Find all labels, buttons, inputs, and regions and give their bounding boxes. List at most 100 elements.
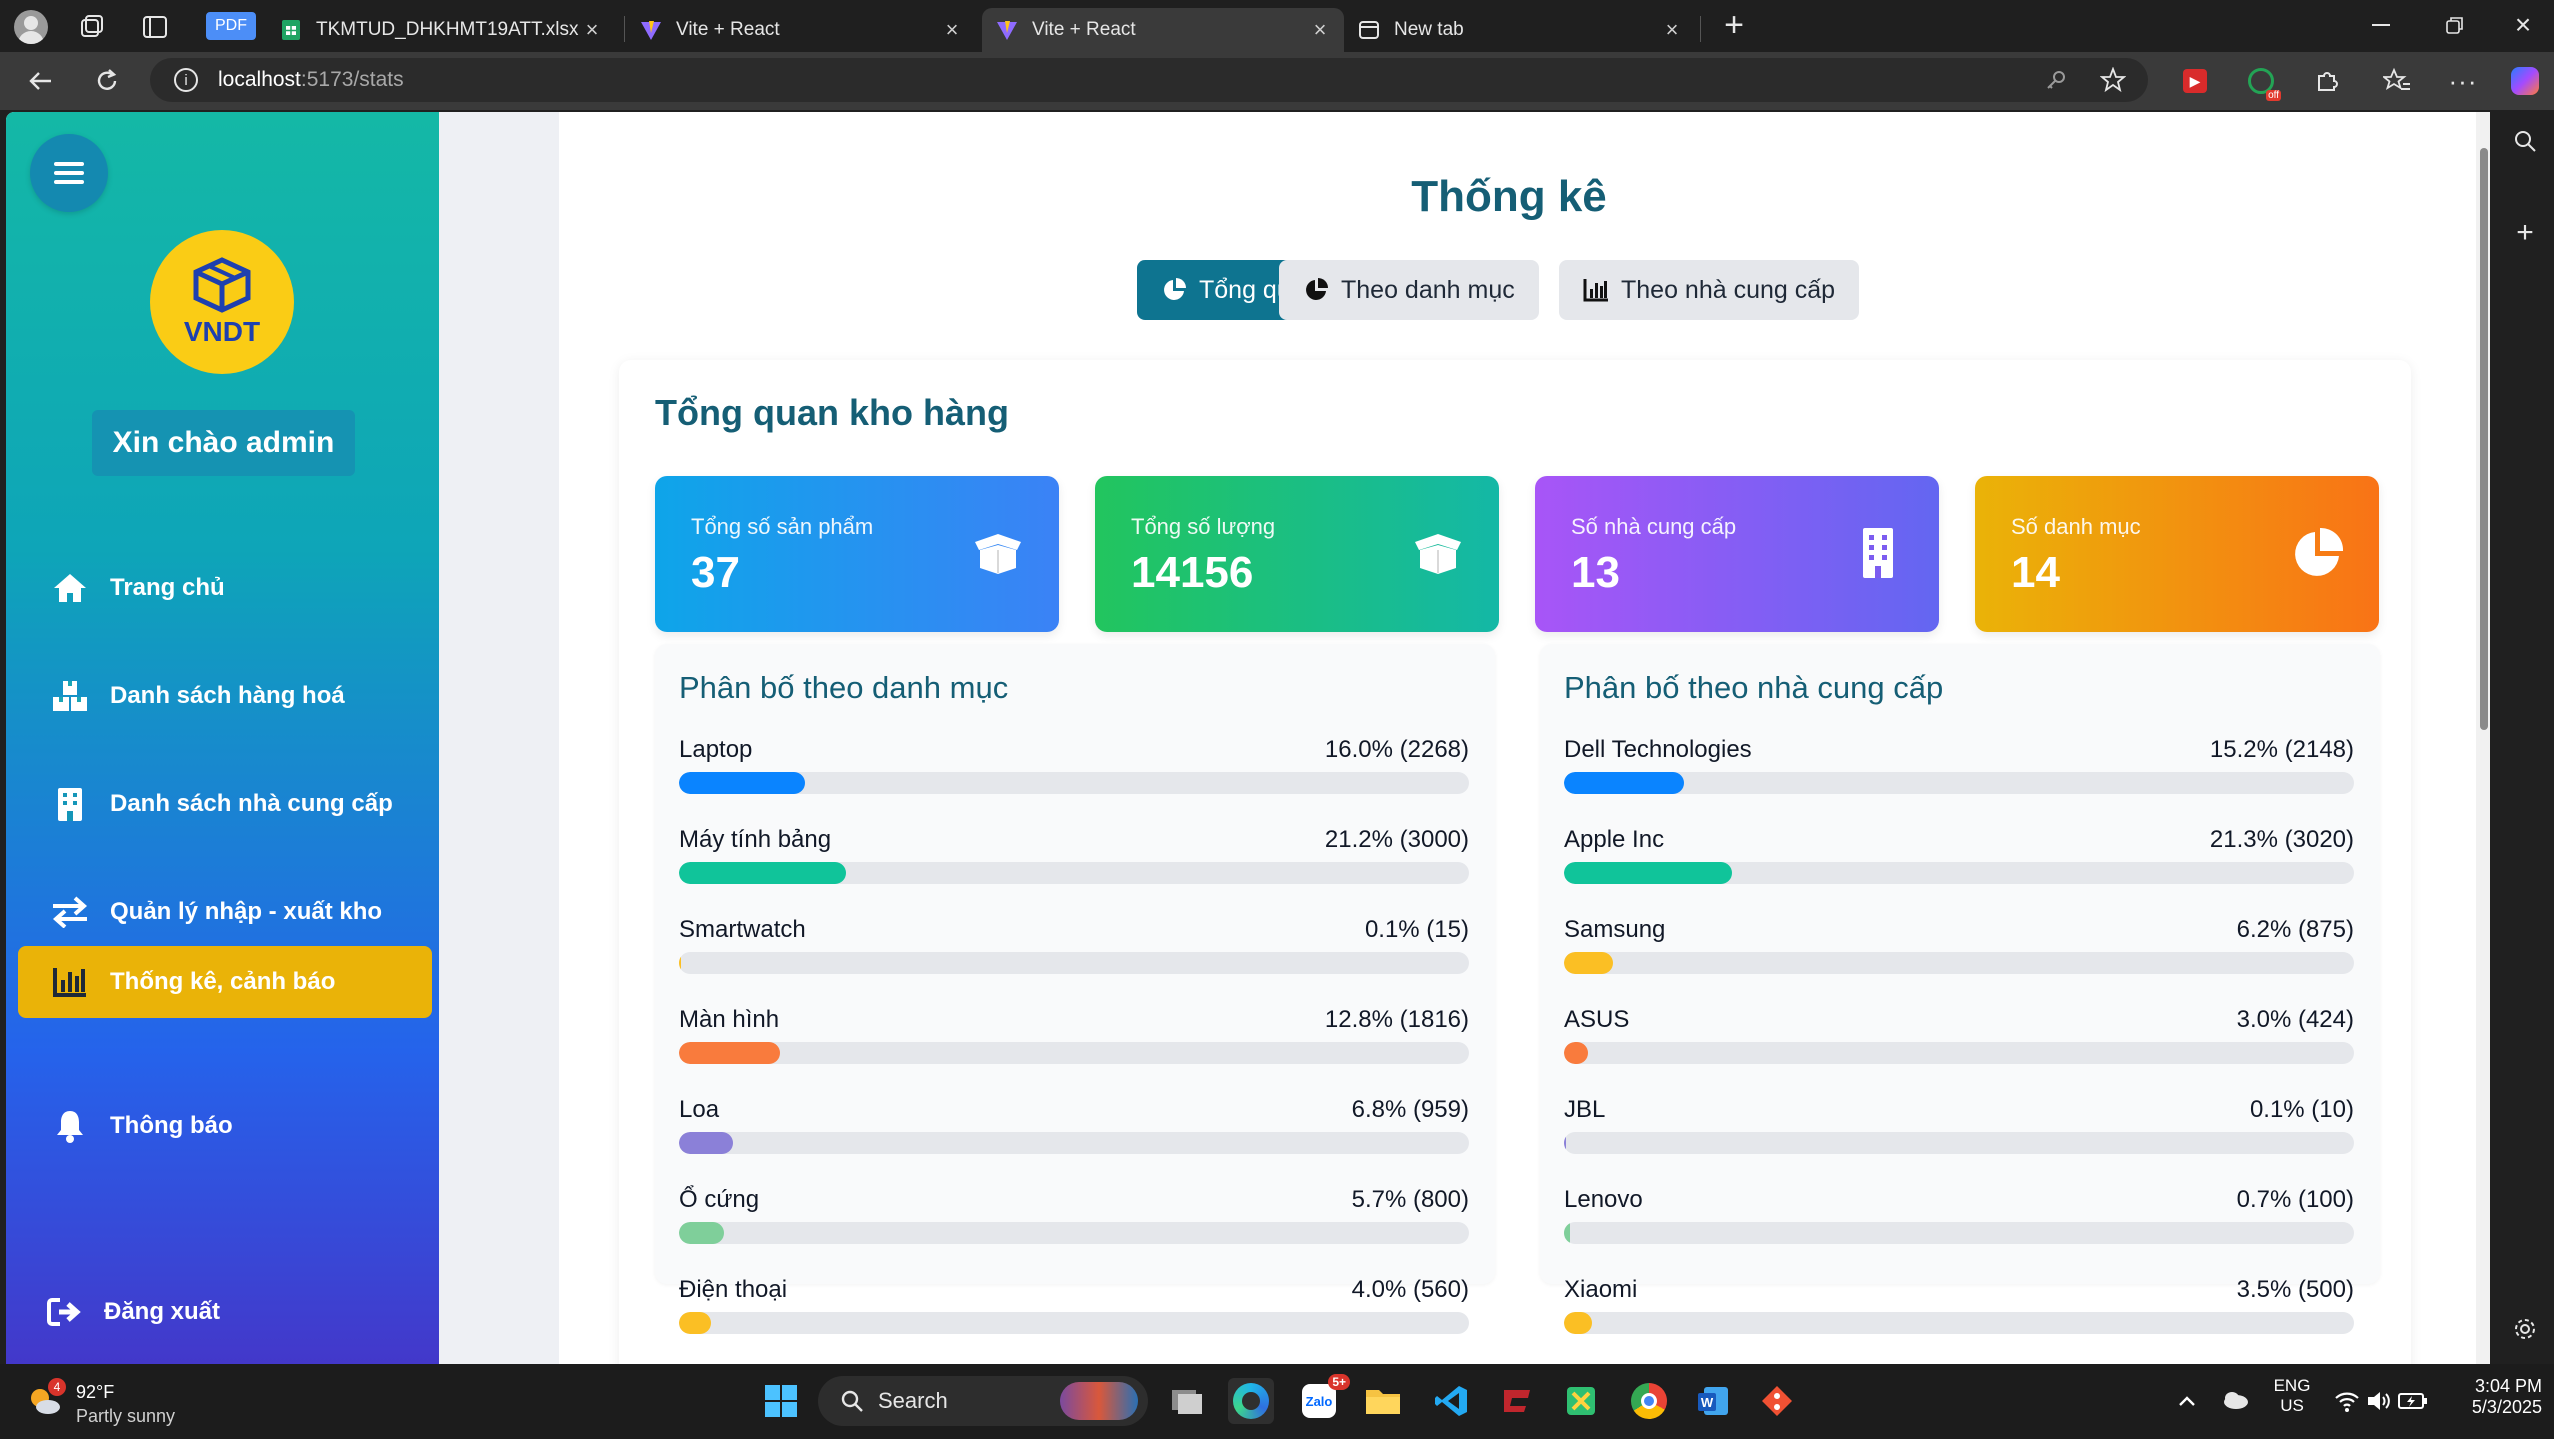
progress-track bbox=[679, 952, 1469, 974]
progress-track bbox=[1564, 862, 2354, 884]
weather-widget[interactable]: 4 92°F Partly sunny bbox=[26, 1376, 196, 1430]
content-gutter bbox=[439, 112, 559, 1364]
tray-chevron-icon[interactable] bbox=[2176, 1390, 2198, 1412]
file-explorer-icon[interactable] bbox=[1360, 1378, 1406, 1424]
zalo-taskbar-icon[interactable]: Zalo 5+ bbox=[1296, 1374, 1350, 1424]
row-value: 15.2% (2148) bbox=[2209, 736, 2354, 763]
distribution-row: Samsung 6.2% (875) bbox=[1564, 916, 2354, 996]
more-menu-icon[interactable]: ··· bbox=[2446, 64, 2480, 98]
tab-by-supplier[interactable]: Theo nhà cung cấp bbox=[1559, 260, 1860, 320]
restore-icon[interactable] bbox=[2446, 16, 2464, 34]
sidebar-item-suppliers[interactable]: Danh sách nhà cung cấp bbox=[18, 768, 432, 840]
add-sidebar-app-icon[interactable]: + bbox=[2512, 218, 2538, 248]
word-icon[interactable]: W bbox=[1690, 1378, 1736, 1424]
category-distribution-card: Phân bố theo danh mục Laptop 16.0% (2268)… bbox=[655, 644, 1495, 1334]
scrollbar-thumb[interactable] bbox=[2480, 148, 2488, 730]
language-indicator[interactable]: ENG US bbox=[2270, 1376, 2314, 1426]
new-tab-button[interactable]: + bbox=[1716, 8, 1752, 44]
page-title: Thống kê bbox=[1411, 172, 1607, 221]
stat-value: 14 bbox=[2011, 548, 2060, 597]
stat-label: Số nhà cung cấp bbox=[1571, 514, 1737, 539]
refresh-icon[interactable] bbox=[90, 64, 124, 98]
progress-track bbox=[679, 862, 1469, 884]
weather-badge: 4 bbox=[48, 1378, 66, 1396]
sidebar-settings-icon[interactable] bbox=[2512, 1316, 2538, 1342]
progress-fill bbox=[679, 1132, 733, 1154]
workspaces-icon[interactable] bbox=[76, 12, 106, 42]
git-app-icon[interactable] bbox=[1754, 1378, 1800, 1424]
row-name: Loa bbox=[679, 1096, 720, 1123]
close-window-icon[interactable]: × bbox=[2510, 11, 2536, 39]
browser-tab-vite-2[interactable]: Vite + React × bbox=[982, 8, 1344, 52]
sidebar-item-inventory[interactable]: Quản lý nhập - xuất kho bbox=[18, 876, 432, 948]
bell-icon bbox=[50, 1106, 90, 1146]
close-tab-icon[interactable]: × bbox=[582, 17, 602, 43]
back-icon[interactable] bbox=[24, 64, 58, 98]
edge-taskbar-icon[interactable] bbox=[1228, 1378, 1274, 1424]
start-button[interactable] bbox=[758, 1378, 804, 1424]
row-name: Xiaomi bbox=[1564, 1276, 1638, 1303]
sidebar-item-notifications[interactable]: Thông báo bbox=[18, 1090, 432, 1162]
logout-button[interactable]: Đăng xuất bbox=[18, 1276, 432, 1348]
task-view-icon[interactable] bbox=[1164, 1378, 1210, 1424]
minimize-icon[interactable] bbox=[2372, 24, 2390, 26]
sidebar-item-label: Danh sách nhà cung cấp bbox=[110, 790, 393, 817]
wifi-icon[interactable] bbox=[2334, 1388, 2360, 1414]
favorites-icon[interactable] bbox=[2380, 64, 2414, 98]
key-icon[interactable] bbox=[2044, 68, 2068, 92]
extension-grammar-icon[interactable]: off bbox=[2244, 64, 2281, 101]
overview-title: Tổng quan kho hàng bbox=[655, 392, 1009, 433]
stats-panel: Thống kê Tổng quan Theo danh mục Theo nh… bbox=[559, 112, 2490, 1364]
progress-fill bbox=[679, 952, 681, 974]
site-info-icon[interactable]: i bbox=[174, 68, 198, 92]
sidebar-item-statistics[interactable]: Thống kê, cảnh báo bbox=[18, 946, 432, 1018]
row-name: Samsung bbox=[1564, 916, 1666, 943]
browser-tab-vite-1[interactable]: Vite + React × bbox=[626, 8, 976, 52]
progress-fill bbox=[1564, 952, 1613, 974]
profile-icon[interactable] bbox=[14, 10, 48, 44]
pinned-pdf-tab[interactable]: PDF bbox=[206, 12, 256, 40]
address-bar[interactable]: i localhost:5173/stats bbox=[150, 58, 2148, 102]
sidebar-item-home[interactable]: Trang chủ bbox=[18, 552, 432, 624]
web-page: VNDT Xin chào admin Trang chủ Danh sách … bbox=[6, 112, 2490, 1364]
row-value: 6.8% (959) bbox=[1351, 1096, 1469, 1123]
chart-bar-icon bbox=[1583, 277, 1609, 303]
building-icon bbox=[50, 784, 90, 824]
category-distribution-title: Phân bố theo danh mục bbox=[679, 670, 1009, 705]
stat-value: 37 bbox=[691, 548, 740, 597]
clock[interactable]: 3:04 PM 5/3/2025 bbox=[2446, 1376, 2542, 1426]
onedrive-icon[interactable] bbox=[2220, 1388, 2250, 1412]
search-icon[interactable] bbox=[2512, 128, 2538, 154]
windows-taskbar: 4 92°F Partly sunny Search Zalo 5+ W ENG … bbox=[0, 1364, 2554, 1439]
hamburger-icon bbox=[54, 162, 84, 184]
distribution-row: Smartwatch 0.1% (15) bbox=[679, 916, 1469, 996]
search-icon bbox=[841, 1390, 863, 1412]
copilot-icon[interactable] bbox=[2508, 64, 2542, 98]
vscode-icon[interactable] bbox=[1428, 1378, 1474, 1424]
close-tab-icon[interactable]: × bbox=[1662, 17, 1682, 43]
taskbar-search[interactable]: Search bbox=[818, 1376, 1148, 1426]
distribution-row: Dell Technologies 15.2% (2148) bbox=[1564, 736, 2354, 816]
volume-icon[interactable] bbox=[2366, 1388, 2392, 1414]
chart-bar-icon bbox=[50, 962, 90, 1002]
battery-icon[interactable] bbox=[2398, 1390, 2428, 1412]
favorite-star-icon[interactable] bbox=[2100, 67, 2126, 93]
tab-actions-icon[interactable] bbox=[140, 12, 170, 42]
row-name: Apple Inc bbox=[1564, 826, 1665, 853]
browser-tab-new[interactable]: New tab × bbox=[1344, 8, 1696, 52]
chrome-icon[interactable] bbox=[1626, 1378, 1672, 1424]
progress-track bbox=[1564, 1042, 2354, 1064]
progress-fill bbox=[1564, 862, 1733, 884]
main-content: Thống kê Tổng quan Theo danh mục Theo nh… bbox=[439, 112, 2490, 1364]
extension-red-icon[interactable]: ▶ bbox=[2178, 64, 2212, 98]
newtab-icon bbox=[1358, 19, 1380, 41]
browser-tab-sheets[interactable]: TKMTUD_DHKHMT19ATT.xlsx - G × bbox=[266, 8, 616, 52]
snipping-tool-icon[interactable] bbox=[1558, 1378, 1604, 1424]
close-tab-icon[interactable]: × bbox=[942, 17, 962, 43]
sidebar-item-products[interactable]: Danh sách hàng hoá bbox=[18, 660, 432, 732]
menu-toggle-button[interactable] bbox=[30, 134, 108, 212]
close-tab-icon[interactable]: × bbox=[1310, 17, 1330, 43]
tab-by-category[interactable]: Theo danh mục bbox=[1279, 260, 1539, 320]
extensions-puzzle-icon[interactable] bbox=[2310, 64, 2344, 98]
game-app-icon[interactable] bbox=[1494, 1378, 1540, 1424]
